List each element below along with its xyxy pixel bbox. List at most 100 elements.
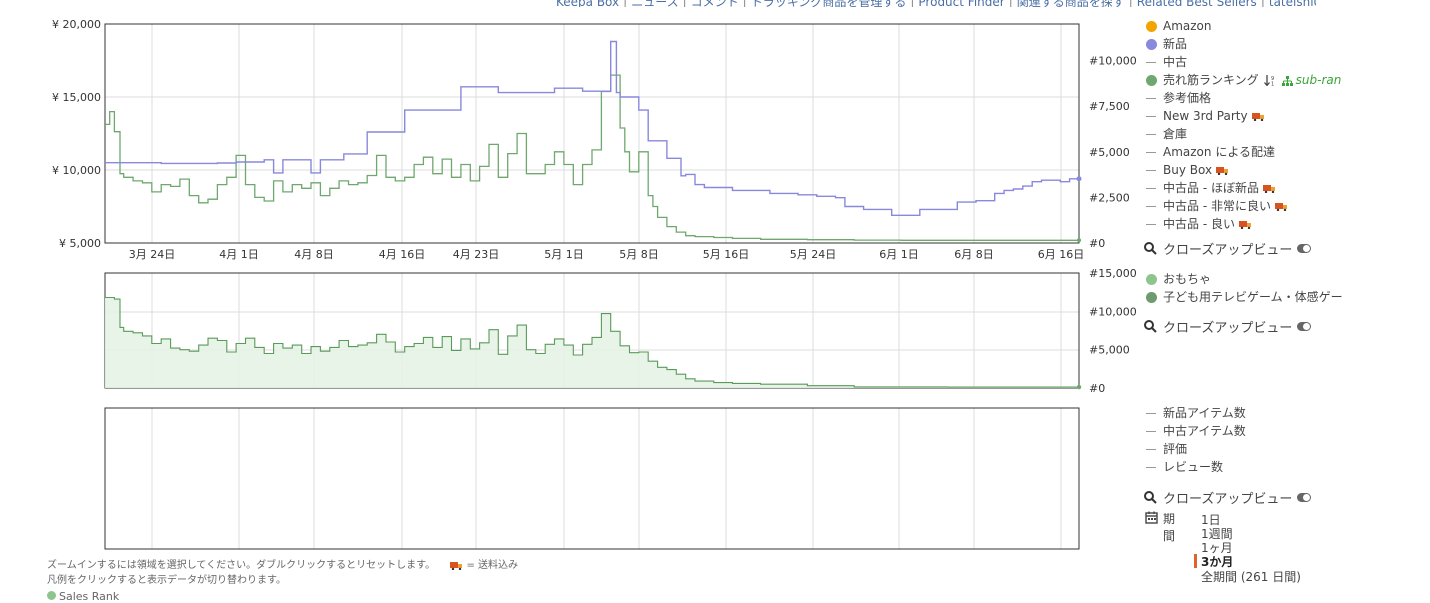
closeup-toggle-3[interactable]: クローズアップビュー [1144, 487, 1312, 507]
y-right-tick-label: #10,000 [1089, 305, 1137, 318]
truck-icon [1262, 185, 1275, 193]
magnifier-icon [1144, 319, 1157, 333]
legend-item[interactable]: Buy Box [1144, 161, 1341, 179]
legend-price-rank: Amazon 新品中古売れ筋ランキング 9 1 sub-ran 参考価格 New 3rd P… [1144, 17, 1341, 233]
legend-item[interactable]: Amazon [1144, 17, 1341, 35]
legend-counts: 新品アイテム数中古アイテム数評価レビュー数 [1144, 404, 1246, 476]
closeup-toggle-1[interactable]: クローズアップビュー [1144, 238, 1312, 258]
legend-item[interactable]: 新品アイテム数 [1144, 404, 1246, 422]
legend-label: おもちゃ [1163, 272, 1212, 286]
series-category-rank-endpoint [1076, 384, 1082, 390]
y-left-tick-label: ¥ 15,000 [52, 91, 101, 104]
legend-item[interactable]: 売れ筋ランキング 9 1 sub-ran [1144, 71, 1341, 89]
legend-item[interactable]: 参考価格 [1144, 89, 1341, 107]
legend-dash [1146, 151, 1156, 153]
series-new-price-line [105, 40, 1079, 216]
plot-frame [104, 407, 1080, 550]
legend-label: 売れ筋ランキング [1163, 73, 1259, 87]
legend-item[interactable]: 子ども用テレビゲーム・体感ゲー [1144, 288, 1343, 306]
truck-icon [1274, 203, 1287, 211]
shipping-note: = 送料込み [466, 560, 519, 571]
truck-icon-wrap [1212, 161, 1229, 179]
plot-frame [104, 23, 1080, 244]
magnifier-icon [1144, 241, 1157, 255]
legend-item[interactable]: 評価 [1144, 440, 1246, 458]
x-tick-label: 3月 24日 [129, 248, 176, 261]
legend-label: 中古品 - ほぼ新品 [1163, 181, 1259, 195]
legend-dot [1146, 74, 1157, 86]
legend-label: 参考価格 [1163, 91, 1212, 105]
closeup-toggle-2[interactable]: クローズアップビュー [1144, 316, 1312, 336]
svg-text:1: 1 [1271, 82, 1274, 87]
closeup-label: クローズアップビュー [1163, 320, 1293, 336]
legend-label: New 3rd Party [1163, 109, 1248, 123]
x-tick-label: 4月 8日 [294, 248, 334, 261]
legend-item[interactable]: 新品 [1144, 35, 1341, 53]
legend-label: Amazon [1163, 19, 1212, 33]
period-label: 期間 [1163, 512, 1176, 543]
series-sales-rank-line [105, 74, 1079, 241]
legend-dash [1146, 169, 1156, 171]
legend-label: 中古 [1163, 55, 1188, 69]
x-tick-label: 4月 16日 [379, 248, 426, 261]
legend-dash [1146, 205, 1156, 207]
legend-dot [1146, 273, 1157, 285]
legend-dash [1146, 133, 1156, 135]
legend-item[interactable]: 倉庫 [1144, 125, 1341, 143]
y-right-tick-label: #5,000 [1089, 344, 1130, 357]
legend-label: 子ども用テレビゲーム・体感ゲー [1163, 290, 1343, 304]
sort-button[interactable]: 91 [1259, 71, 1276, 89]
toggle-icon[interactable] [1297, 243, 1312, 253]
x-tick-label: 5月 16日 [703, 248, 750, 261]
legend-dash [1146, 187, 1156, 189]
legend-label: 新品 [1163, 37, 1188, 51]
magnifier-icon [1144, 490, 1157, 504]
zoom-hint-text: ズームインするには領域を選択してください。ダブルクリックするとリセットします。 [47, 560, 436, 571]
legend-item[interactable]: 中古品 - ほぼ新品 [1144, 179, 1341, 197]
sort-icon: 91 [1263, 75, 1274, 88]
legend-item[interactable]: レビュー数 [1144, 458, 1246, 476]
zoom-hint: ズームインするには領域を選択してください。ダブルクリックするとリセットします。 … [47, 556, 518, 571]
legend-label: 中古品 - 良い [1163, 217, 1235, 231]
x-tick-label: 4月 23日 [453, 248, 500, 261]
truck-icon [1216, 167, 1229, 175]
x-tick-label: 5月 1日 [544, 248, 584, 261]
legend-item[interactable]: おもちゃ [1144, 270, 1343, 288]
legend-dot [1146, 291, 1157, 303]
legend-label: レビュー数 [1163, 460, 1224, 474]
y-left-tick-label: ¥ 5,000 [59, 237, 101, 250]
legend-label: 評価 [1163, 442, 1188, 456]
toggle-icon[interactable] [1297, 492, 1312, 502]
legend-dash [1146, 115, 1156, 117]
truck-icon-wrap [1259, 179, 1276, 197]
x-tick-label: 6月 16日 [1038, 248, 1085, 261]
period-option[interactable]: 全期間 (261 日間) [1201, 568, 1301, 585]
y-right-tick-label: #15,000 [1089, 267, 1137, 280]
truck-icon [1251, 113, 1264, 121]
legend-item[interactable]: 中古 [1144, 53, 1341, 71]
legend-item[interactable]: Amazon による配達 [1144, 143, 1341, 161]
y-left-tick-label: ¥ 20,000 [52, 18, 101, 31]
x-tick-label: 6月 8日 [954, 248, 994, 261]
series-new-price-endpoint [1076, 176, 1082, 182]
toggle-icon[interactable] [1297, 321, 1312, 331]
legend-item[interactable]: 中古アイテム数 [1144, 422, 1246, 440]
legend-label: Buy Box [1163, 163, 1213, 177]
legend-label: 倉庫 [1163, 127, 1188, 141]
sales-rank-label: Sales Rank [47, 590, 119, 603]
subrank-link[interactable]: sub-ran [1281, 71, 1342, 89]
legend-dot [1146, 20, 1157, 32]
closeup-label: クローズアップビュー [1163, 242, 1293, 258]
y-right-tick-label: #10,000 [1089, 55, 1137, 68]
y-right-tick-label: #0 [1089, 382, 1105, 395]
series-sales-rank-endpoint [1077, 238, 1081, 243]
legend-item[interactable]: 中古品 - 良い [1144, 215, 1341, 233]
legend-dash [1146, 61, 1156, 63]
legend-item[interactable]: 中古品 - 非常に良い [1144, 197, 1341, 215]
legend-label: 新品アイテム数 [1163, 406, 1246, 420]
closeup-label: クローズアップビュー [1163, 491, 1293, 507]
subrank-label: sub-ran [1295, 73, 1342, 87]
y-right-tick-label: #0 [1089, 237, 1105, 250]
legend-hint: 凡例をクリックすると表示データが切り替わります。 [47, 575, 286, 586]
legend-item[interactable]: New 3rd Party [1144, 107, 1341, 125]
